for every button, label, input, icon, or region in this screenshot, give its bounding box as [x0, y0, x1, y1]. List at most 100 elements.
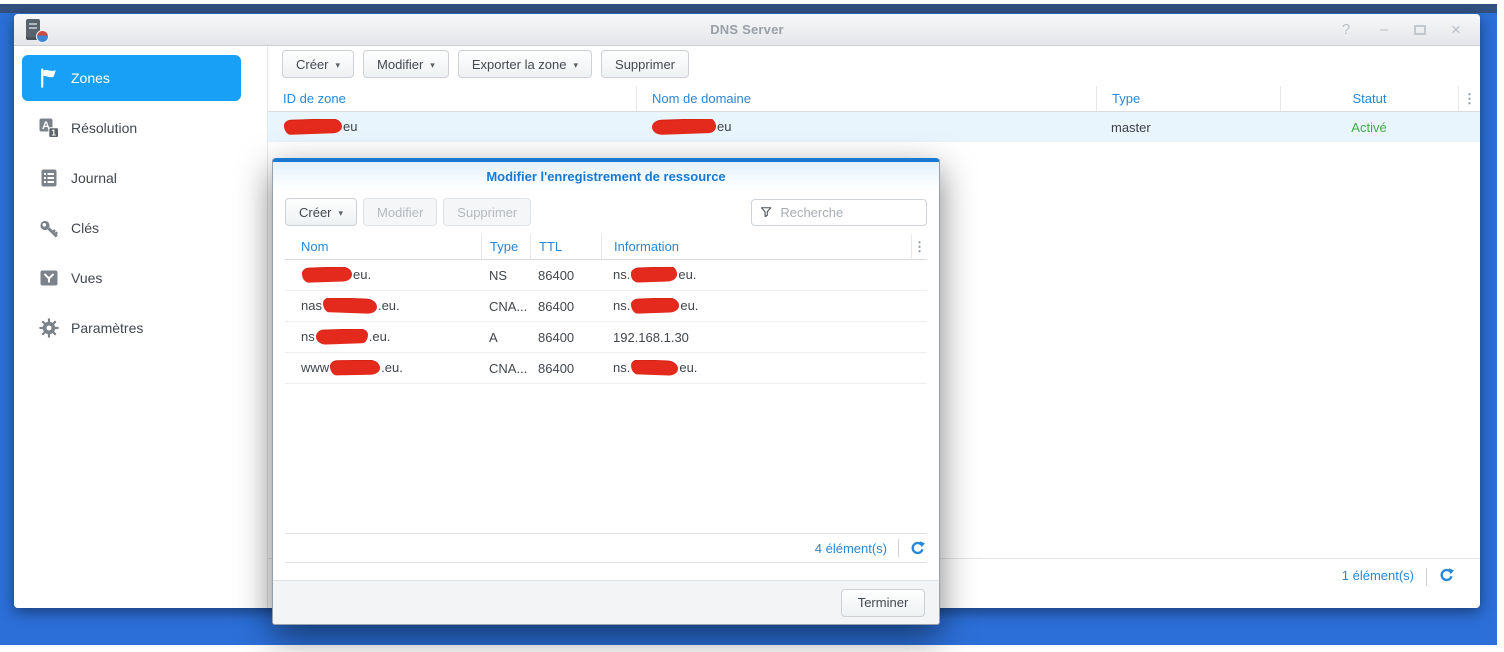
- sidebar-item-journal[interactable]: Journal: [22, 155, 241, 201]
- record-ttl-cell: 86400: [538, 360, 575, 376]
- dialog-footer: Terminer: [273, 580, 939, 624]
- sidebar: Zones A1 Résolution Journal Clés Vues Pa…: [14, 46, 268, 608]
- column-options-icon[interactable]: ⋮: [911, 234, 927, 259]
- zone-domain-cell: eu: [636, 118, 1096, 136]
- views-icon: [40, 270, 58, 286]
- column-header-type[interactable]: Type: [481, 234, 530, 259]
- redaction-scribble: [631, 297, 680, 314]
- create-zone-button[interactable]: Créer ▾: [282, 50, 355, 78]
- screen: DNS Server ? – × Zones A1 Résolution Jou…: [0, 0, 1504, 652]
- edit-resource-record-dialog: Modifier l'enregistrement de ressource C…: [272, 158, 940, 625]
- chevron-down-icon: ▾: [430, 59, 435, 70]
- journal-icon: [41, 169, 57, 187]
- titlebar: DNS Server ? – ×: [14, 14, 1480, 46]
- zone-status-badge: Activé: [1351, 119, 1387, 135]
- chevron-down-icon: ▾: [573, 59, 579, 70]
- done-button[interactable]: Terminer: [841, 588, 925, 617]
- records-status-bar: 4 élément(s): [285, 533, 927, 563]
- minimize-icon[interactable]: –: [1376, 22, 1392, 37]
- delete-record-button: Supprimer: [443, 198, 532, 226]
- zones-toolbar: Créer ▾ Modifier ▾ Exporter la zone ▾ Su…: [268, 46, 1480, 86]
- help-icon[interactable]: ?: [1338, 22, 1354, 37]
- sidebar-item-vues[interactable]: Vues: [22, 255, 241, 301]
- sidebar-item-label: Zones: [71, 70, 110, 86]
- delete-zone-button[interactable]: Supprimer: [601, 50, 689, 78]
- svg-text:1: 1: [51, 128, 56, 138]
- gear-icon: [39, 318, 59, 338]
- sidebar-item-resolution[interactable]: A1 Résolution: [22, 105, 241, 151]
- record-name-cell: nas .eu.: [301, 297, 400, 314]
- records-table-header: Nom Type TTL Information ⋮: [285, 234, 927, 260]
- records-table-empty-area: [273, 384, 939, 533]
- record-name-cell: ns .eu.: [301, 328, 391, 345]
- record-name-cell: www .eu.: [301, 359, 403, 376]
- resolution-icon: A1: [39, 118, 59, 138]
- records-table: Nom Type TTL Information ⋮ eu. NS 86400 …: [285, 234, 927, 384]
- column-header-type[interactable]: Type: [1096, 86, 1280, 111]
- dialog-title: Modifier l'enregistrement de ressource: [273, 162, 939, 190]
- sidebar-item-zones[interactable]: Zones: [22, 55, 241, 101]
- flag-icon: [41, 68, 56, 88]
- record-ttl-cell: 86400: [538, 329, 575, 345]
- record-search-box[interactable]: [751, 198, 927, 226]
- redaction-scribble: [651, 118, 717, 136]
- zone-id-cell: eu: [268, 118, 636, 136]
- record-name-cell: eu.: [285, 266, 481, 283]
- record-row[interactable]: eu. NS 86400 ns. eu.: [285, 260, 927, 291]
- sidebar-item-label: Paramètres: [71, 320, 144, 336]
- sidebar-item-label: Résolution: [71, 120, 138, 136]
- close-icon[interactable]: ×: [1448, 21, 1464, 38]
- redaction-scribble: [330, 359, 381, 376]
- chevron-down-icon: ▾: [338, 207, 344, 218]
- column-header-domain[interactable]: Nom de domaine: [636, 86, 1096, 111]
- record-type-cell: NS: [489, 267, 508, 283]
- filter-funnel-icon: [761, 207, 772, 218]
- column-header-ttl[interactable]: TTL: [530, 234, 601, 259]
- record-type-cell: CNA...: [489, 298, 528, 314]
- export-zone-button[interactable]: Exporter la zone ▾: [457, 50, 593, 78]
- record-info-cell: ns. eu.: [613, 359, 698, 376]
- redaction-scribble: [315, 328, 368, 345]
- refresh-icon[interactable]: [910, 540, 925, 556]
- dns-server-app-icon: [24, 18, 49, 43]
- column-header-name[interactable]: Nom: [285, 234, 481, 259]
- divider: [1426, 568, 1427, 586]
- record-search-input[interactable]: [778, 203, 918, 221]
- redaction-scribble: [322, 297, 378, 314]
- record-info-cell: ns. eu.: [613, 266, 697, 283]
- divider: [898, 539, 899, 557]
- sidebar-item-cles[interactable]: Clés: [22, 205, 241, 251]
- key-icon: [40, 220, 59, 238]
- record-row[interactable]: www .eu. CNA... 86400 ns. eu.: [285, 353, 927, 384]
- column-header-zone-id[interactable]: ID de zone: [268, 86, 636, 111]
- record-row[interactable]: ns .eu. A 86400 192.168.1.30: [285, 322, 927, 353]
- refresh-icon[interactable]: [1439, 568, 1454, 583]
- redaction-scribble: [283, 118, 343, 136]
- modify-record-button: Modifier: [363, 198, 438, 226]
- sidebar-item-label: Clés: [71, 220, 100, 236]
- dialog-toolbar: Créer ▾ Modifier Supprimer: [273, 190, 939, 234]
- redaction-scribble: [631, 359, 679, 376]
- record-info-cell: ns. eu.: [613, 297, 699, 314]
- modify-zone-button[interactable]: Modifier ▾: [363, 50, 449, 78]
- column-options-icon[interactable]: ⋮: [1458, 86, 1480, 111]
- redaction-scribble: [631, 266, 678, 283]
- records-item-count: 4 élément(s): [814, 540, 887, 556]
- record-ttl-cell: 86400: [538, 298, 575, 314]
- zone-table-row[interactable]: eu eu master Activé: [268, 112, 1480, 142]
- window-title: DNS Server: [710, 22, 784, 37]
- column-header-info[interactable]: Information: [601, 234, 911, 259]
- sidebar-item-parametres[interactable]: Paramètres: [22, 305, 241, 351]
- desktop-top-band: [0, 4, 1497, 13]
- record-type-cell: A: [489, 329, 498, 345]
- zones-table-header: ID de zone Nom de domaine Type Statut ⋮: [268, 86, 1480, 112]
- zones-item-count: 1 élément(s): [1341, 568, 1414, 583]
- column-header-status[interactable]: Statut: [1280, 86, 1458, 111]
- record-type-cell: CNA...: [489, 360, 528, 376]
- create-record-button[interactable]: Créer ▾: [285, 198, 358, 226]
- record-row[interactable]: nas .eu. CNA... 86400 ns. eu.: [285, 291, 927, 322]
- record-info-cell: 192.168.1.30: [613, 329, 689, 345]
- maximize-icon[interactable]: [1414, 24, 1426, 35]
- sidebar-item-label: Vues: [71, 270, 103, 286]
- chevron-down-icon: ▾: [335, 59, 341, 70]
